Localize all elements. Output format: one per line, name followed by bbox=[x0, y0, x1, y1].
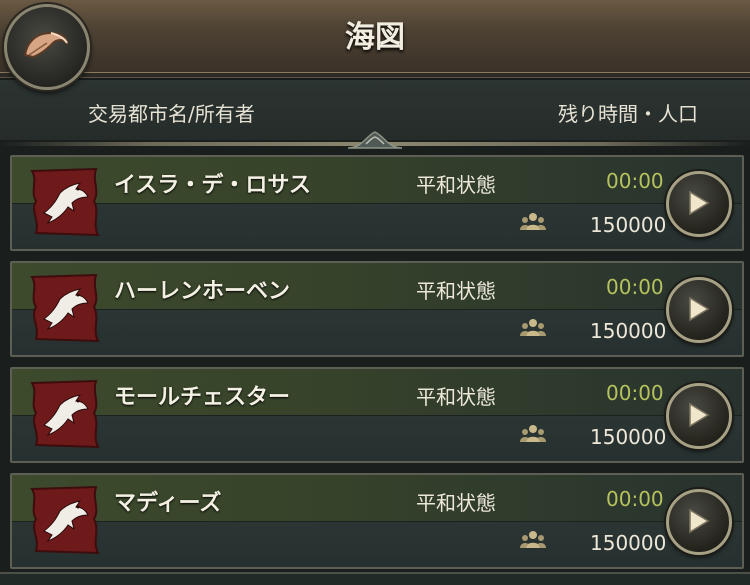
city-row[interactable]: モールチェスター 平和状態 00:00 150000 bbox=[10, 367, 744, 463]
population-icon bbox=[520, 425, 546, 442]
city-status: 平和状態 bbox=[416, 491, 496, 515]
shark-flag-icon bbox=[30, 379, 100, 449]
city-row[interactable]: マディーズ 平和状態 00:00 150000 bbox=[10, 473, 744, 569]
column-city-owner: 交易都市名/所有者 bbox=[88, 102, 255, 126]
play-arrow-icon bbox=[689, 508, 710, 534]
shark-flag-icon bbox=[30, 485, 100, 555]
title-bar: 海図 bbox=[0, 0, 750, 78]
ornament-icon bbox=[348, 131, 402, 149]
go-to-city-button[interactable] bbox=[666, 383, 732, 449]
city-name: マディーズ bbox=[114, 491, 222, 516]
go-to-city-button[interactable] bbox=[666, 171, 732, 237]
city-name: モールチェスター bbox=[114, 385, 291, 410]
remaining-time: 00:00 bbox=[606, 487, 664, 511]
play-arrow-icon bbox=[689, 190, 710, 216]
population-icon bbox=[520, 531, 546, 548]
city-status: 平和状態 bbox=[416, 385, 496, 409]
remaining-time: 00:00 bbox=[606, 275, 664, 299]
city-status: 平和状態 bbox=[416, 279, 496, 303]
city-row[interactable]: イスラ・デ・ロサス 平和状態 00:00 150000 bbox=[10, 155, 744, 251]
page-title: 海図 bbox=[345, 20, 405, 55]
go-to-city-button[interactable] bbox=[666, 277, 732, 343]
remaining-time: 00:00 bbox=[606, 381, 664, 405]
population-value: 150000 bbox=[590, 531, 667, 555]
population-value: 150000 bbox=[590, 425, 667, 449]
population-icon bbox=[520, 319, 546, 336]
back-button[interactable] bbox=[4, 4, 90, 90]
play-arrow-icon bbox=[689, 402, 710, 428]
city-name: イスラ・デ・ロサス bbox=[114, 173, 311, 198]
population-value: 150000 bbox=[590, 213, 667, 237]
shark-flag-icon bbox=[30, 167, 100, 237]
shark-flag-icon bbox=[30, 273, 100, 343]
go-to-city-button[interactable] bbox=[666, 489, 732, 555]
next-row-edge bbox=[0, 572, 750, 585]
city-status: 平和状態 bbox=[416, 173, 496, 197]
population-value: 150000 bbox=[590, 319, 667, 343]
remaining-time: 00:00 bbox=[606, 169, 664, 193]
city-row[interactable]: ハーレンホーベン 平和状態 00:00 150000 bbox=[10, 261, 744, 357]
population-icon bbox=[520, 213, 546, 230]
play-arrow-icon bbox=[689, 296, 710, 322]
column-time-population: 残り時間・人口 bbox=[558, 102, 698, 126]
city-name: ハーレンホーベン bbox=[114, 279, 291, 304]
scroll-back-icon bbox=[23, 31, 69, 59]
